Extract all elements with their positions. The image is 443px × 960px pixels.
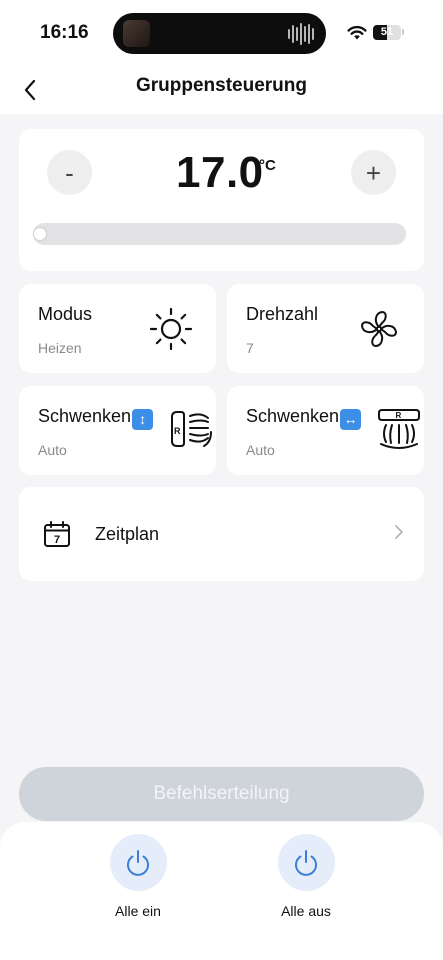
schedule-row[interactable]: 7 Zeitplan — [19, 487, 424, 581]
svg-text:R: R — [396, 411, 402, 420]
power-controls-panel: Alle ein Alle aus — [0, 822, 443, 960]
vertical-swing-label: Schwenken — [38, 406, 132, 426]
horizontal-swing-icon: R — [378, 409, 420, 449]
horizontal-swing-title: Schwenken ↔ — [246, 406, 362, 430]
vertical-swing-title: Schwenken ↕ — [38, 406, 154, 430]
sun-icon — [149, 307, 193, 351]
horizontal-swing-label: Schwenken — [246, 406, 340, 426]
calendar-day-text: 7 — [54, 534, 60, 546]
battery-percentage: 51 — [380, 26, 394, 38]
slider-thumb[interactable] — [34, 228, 46, 240]
all-on-button[interactable] — [109, 834, 167, 891]
temperature-value: 17.0 — [176, 148, 264, 197]
status-time: 16:16 — [40, 22, 89, 43]
increase-temperature-button[interactable]: + — [351, 150, 396, 195]
wifi-icon — [347, 26, 367, 40]
fan-speed-tile[interactable]: Drehzahl 7 — [227, 284, 424, 373]
vertical-swing-value: Auto — [38, 442, 67, 458]
send-command-button[interactable]: Befehlserteilung — [19, 767, 424, 821]
battery-icon: 51 — [373, 25, 401, 40]
decrease-temperature-button[interactable]: - — [47, 150, 92, 195]
status-bar: 16:16 51 — [0, 0, 443, 66]
audio-waveform-icon — [288, 22, 314, 45]
now-playing-artwork — [123, 20, 150, 47]
all-on-label: Alle ein — [115, 903, 161, 919]
power-icon — [295, 849, 317, 876]
vertical-swing-tile[interactable]: Schwenken ↕ Auto R — [19, 386, 216, 475]
mode-value: Heizen — [38, 340, 82, 356]
fan-speed-title: Drehzahl — [246, 304, 319, 324]
temperature-unit: °C — [259, 157, 276, 174]
all-on-control: Alle ein — [78, 834, 198, 919]
chevron-right-icon — [395, 525, 403, 539]
all-off-control: Alle aus — [246, 834, 366, 919]
mode-title: Modus — [38, 304, 93, 324]
up-down-arrow-icon: ↕ — [132, 409, 154, 430]
svg-text:R: R — [174, 426, 181, 436]
temperature-slider[interactable] — [33, 223, 406, 245]
temperature-card: - 17.0 °C + — [19, 129, 424, 271]
all-off-label: Alle aus — [281, 903, 331, 919]
battery-cap — [402, 29, 404, 35]
fan-icon — [361, 311, 397, 347]
vertical-swing-icon: R — [171, 411, 212, 447]
fan-speed-value: 7 — [246, 340, 254, 356]
all-off-button[interactable] — [277, 834, 335, 891]
schedule-label: Zeitplan — [95, 524, 160, 544]
power-icon — [127, 849, 149, 876]
mode-tile[interactable]: Modus Heizen — [19, 284, 216, 373]
dynamic-island[interactable] — [113, 13, 326, 54]
horizontal-swing-tile[interactable]: Schwenken ↔ Auto R — [227, 386, 424, 475]
calendar-icon: 7 — [44, 521, 70, 547]
nav-bar: Gruppensteuerung — [0, 66, 443, 114]
horizontal-swing-value: Auto — [246, 442, 275, 458]
left-right-arrow-icon: ↔ — [340, 409, 362, 430]
page-title: Gruppensteuerung — [135, 75, 307, 96]
